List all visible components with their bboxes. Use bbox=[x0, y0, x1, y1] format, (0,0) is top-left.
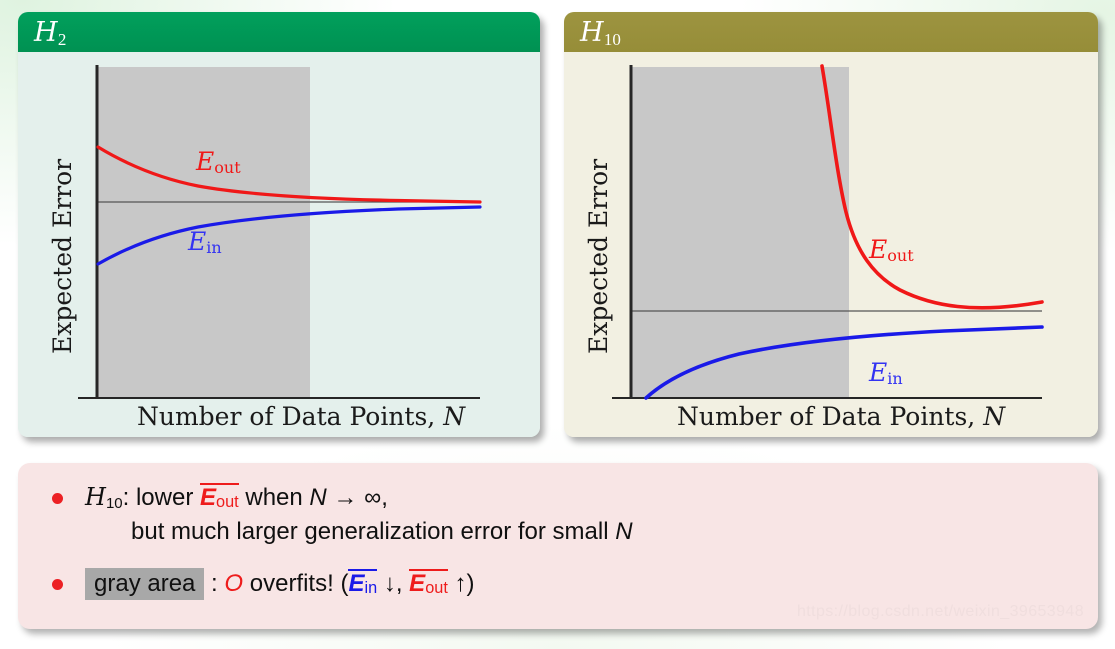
panel-h10: H10 Expected Error Number of Data Points… bbox=[564, 12, 1098, 437]
bullet-dot bbox=[52, 493, 63, 504]
chart-h10-gray-region bbox=[631, 67, 849, 397]
chart-h2-label-eout: Eout bbox=[196, 147, 241, 177]
chart-h2: Expected Error Number of Data Points, N … bbox=[18, 52, 540, 437]
arrow-up-icon: ↑ bbox=[447, 570, 467, 597]
overfits-text: overfits! ( bbox=[243, 570, 349, 597]
eout-bar-symbol: Eout bbox=[199, 483, 239, 511]
chart-h2-svg bbox=[78, 65, 482, 399]
panel-h10-header: H10 bbox=[564, 12, 1098, 52]
o-symbol: O bbox=[224, 570, 244, 597]
chart-h2-label-ein: Ein bbox=[188, 227, 222, 257]
gray-area-highlight: gray area bbox=[85, 568, 205, 600]
slide-canvas: H2 Expected Error Number of Data Points,… bbox=[0, 0, 1115, 649]
chart-h2-xlabel: Number of Data Points, N bbox=[137, 402, 466, 431]
watermark: https://blog.csdn.net/weixin_39653948 bbox=[797, 603, 1084, 620]
panel-h2-header: H2 bbox=[18, 12, 540, 52]
bullet-h10-seg-b: when bbox=[238, 484, 310, 511]
panel-h2-body: Expected Error Number of Data Points, N … bbox=[18, 52, 540, 437]
chart-h2-ylabel: Expected Error bbox=[48, 158, 77, 354]
ein-bar-symbol: Ein bbox=[348, 569, 378, 597]
bullet-h10: H10: lower Eout when N → ∞, but much lar… bbox=[52, 481, 633, 548]
chart-h10-label-eout: Eout bbox=[869, 235, 914, 265]
chart-h10-ylabel: Expected Error bbox=[584, 158, 613, 354]
arrow-down-icon: ↓ bbox=[377, 570, 396, 597]
chart-h10-xlabel: Number of Data Points, N bbox=[677, 402, 1006, 431]
panel-h2-title: H2 bbox=[34, 16, 67, 49]
bullet-h10-line2: but much larger generalization error for… bbox=[131, 517, 633, 545]
n-symbol: N bbox=[309, 484, 327, 511]
bullet-gray-area: gray area : O overfits! (Ein ↓, Eout ↑) bbox=[52, 567, 475, 600]
notes-box: H10: lower Eout when N → ∞, but much lar… bbox=[18, 463, 1098, 629]
eout-bar-symbol-2: Eout bbox=[409, 569, 448, 597]
bullet-dot bbox=[52, 579, 63, 590]
panel-h10-body: Expected Error Number of Data Points, N … bbox=[564, 52, 1098, 437]
bullet-h10-seg-a: : lower bbox=[122, 484, 200, 511]
chart-h10-svg bbox=[612, 64, 1044, 400]
n-symbol-line2: N bbox=[615, 517, 633, 545]
bullet-gray-area-text: gray area : O overfits! (Ein ↓, Eout ↑) bbox=[85, 567, 475, 600]
gray-area-comma: , bbox=[395, 570, 410, 597]
chart-h10: Expected Error Number of Data Points, N … bbox=[564, 52, 1098, 437]
chart-h10-label-ein: Ein bbox=[869, 358, 903, 388]
panel-h10-title: H10 bbox=[580, 16, 621, 49]
bullet-h10-text: H10: lower Eout when N → ∞, but much lar… bbox=[85, 481, 633, 548]
bullet-h10-seg-c: → ∞, bbox=[326, 484, 388, 511]
h10-symbol: H10 bbox=[85, 483, 123, 512]
chart-h10-series-eout bbox=[820, 64, 1044, 310]
gray-area-close-paren: ) bbox=[466, 570, 475, 597]
gray-area-colon: : bbox=[204, 570, 225, 597]
panel-h2: H2 Expected Error Number of Data Points,… bbox=[18, 12, 540, 437]
